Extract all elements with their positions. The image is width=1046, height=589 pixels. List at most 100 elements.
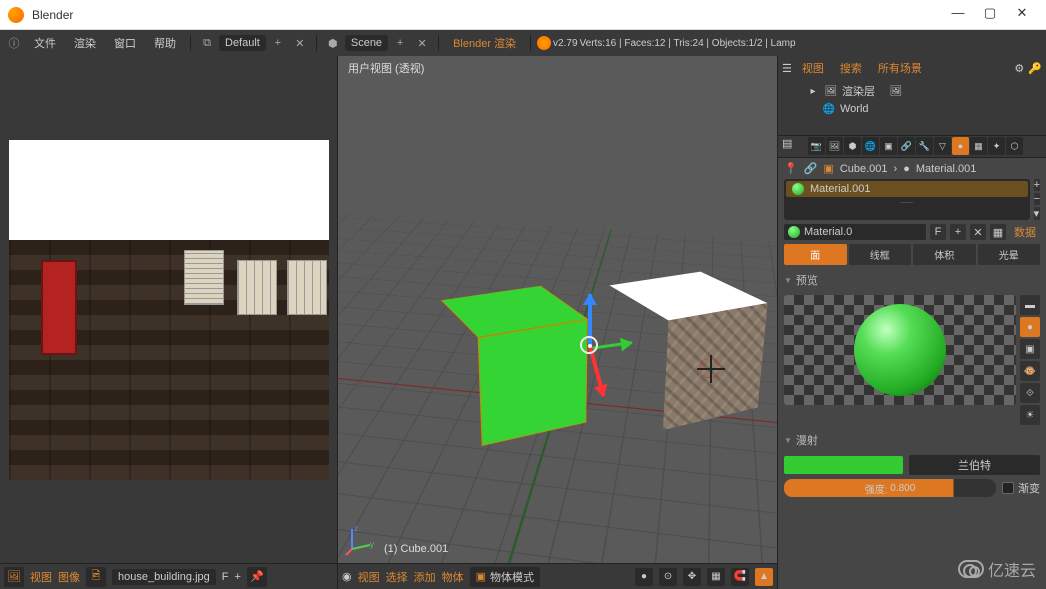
material-slot-list[interactable]: Material.001 ⸺ — [784, 179, 1030, 220]
preview-cube-icon[interactable]: ▣ — [1020, 339, 1040, 359]
tab-halo[interactable]: 光晕 — [978, 244, 1041, 265]
outliner-item-renderlayers[interactable]: ▸ 🖼 渲染层 🖼 — [786, 82, 1038, 100]
material-slot-add-button[interactable]: + — [1034, 179, 1040, 191]
tab-constraints-icon[interactable]: 🔗 — [898, 137, 915, 155]
panel-diffuse-header[interactable]: 漫射 — [784, 429, 1040, 451]
image-fake-user-button[interactable]: F — [222, 571, 229, 583]
panel-preview-header[interactable]: 预览 — [784, 269, 1040, 291]
material-slot-menu-button[interactable]: ▾ — [1034, 207, 1040, 220]
3d-menu-select[interactable]: 选择 — [386, 569, 408, 585]
menu-file[interactable]: 文件 — [26, 35, 64, 51]
3d-viewport[interactable]: 用户视图 (透视) (1) Cube.001 — [338, 56, 777, 563]
layers-icon[interactable]: ▦ — [707, 568, 725, 586]
preview-flat-icon[interactable]: ▬ — [1020, 295, 1040, 315]
pin-icon[interactable]: 📍 — [784, 162, 798, 175]
render-preview-icon[interactable]: ▲ — [755, 568, 773, 586]
material-new-button[interactable]: + — [950, 224, 966, 240]
tab-material-icon[interactable]: ● — [952, 137, 969, 155]
material-ball-icon — [788, 226, 800, 238]
cube-icon: ▣ — [823, 162, 833, 175]
diffuse-shader-select[interactable]: 兰伯特 — [909, 455, 1040, 475]
preview-sphere-icon[interactable]: ● — [1020, 317, 1040, 337]
tab-world-icon[interactable]: 🌐 — [862, 137, 879, 155]
info-editor-icon[interactable]: ⓘ — [4, 33, 24, 53]
material-nodes-icon[interactable]: ▦ — [990, 224, 1006, 240]
screen-layout-select[interactable]: Default — [219, 35, 266, 51]
pivot-icon[interactable]: ⊙ — [659, 568, 677, 586]
diffuse-intensity-slider[interactable]: 强度: 0.800 — [784, 479, 996, 497]
layout-remove-button[interactable]: ✕ — [290, 33, 310, 53]
preview-monkey-icon[interactable]: 🐵 — [1020, 361, 1040, 381]
3d-menu-object[interactable]: 物体 — [442, 569, 464, 585]
tab-renderlayers-icon[interactable]: 🖼 — [826, 137, 843, 155]
tab-modifiers-icon[interactable]: 🔧 — [916, 137, 933, 155]
3d-editor-type-icon[interactable]: ◉ — [342, 570, 352, 583]
tab-wire[interactable]: 线框 — [849, 244, 912, 265]
tab-surface[interactable]: 面 — [784, 244, 847, 265]
minimize-button[interactable]: ― — [942, 5, 974, 25]
scene-remove-button[interactable]: ✕ — [412, 33, 432, 53]
image-menu-view[interactable]: 视图 — [30, 569, 52, 585]
tab-scene-icon[interactable]: ⬢ — [844, 137, 861, 155]
disclosure-icon[interactable]: ▸ — [806, 84, 820, 98]
maximize-button[interactable]: ▢ — [974, 5, 1006, 25]
outliner-menu-search[interactable]: 搜索 — [834, 58, 868, 78]
scene-add-button[interactable]: + — [390, 33, 410, 53]
mode-select[interactable]: ▣ 物体模式 — [470, 567, 540, 587]
cube-selected[interactable] — [458, 301, 563, 421]
menu-window[interactable]: 窗口 — [106, 35, 144, 51]
layout-add-button[interactable]: + — [268, 33, 288, 53]
shading-solid-icon[interactable]: ● — [635, 568, 653, 586]
image-file-field[interactable]: house_building.jpg — [112, 569, 216, 585]
breadcrumb-object[interactable]: Cube.001 — [840, 163, 888, 175]
image-pin-icon[interactable]: 📌 — [247, 567, 267, 587]
material-unlink-button[interactable]: ✕ — [970, 224, 986, 240]
manipulator-icon[interactable]: ✥ — [683, 568, 701, 586]
render-engine-select[interactable]: Blender 渲染 — [445, 35, 524, 51]
scene-icon[interactable]: ⬢ — [323, 33, 343, 53]
outliner-filter-icon[interactable]: ⚙ — [1014, 62, 1024, 75]
tab-data-icon[interactable]: ▽ — [934, 137, 951, 155]
image-menu-image[interactable]: 图像 — [58, 569, 80, 585]
outliner-key-icon[interactable]: 🔑 — [1028, 62, 1042, 75]
list-grip-icon[interactable]: ⸺ — [786, 197, 1028, 208]
outliner-editor-icon[interactable]: ☰ — [782, 62, 792, 75]
tab-texture-icon[interactable]: ▦ — [970, 137, 987, 155]
image-browse-icon[interactable]: 🖻 — [86, 567, 106, 587]
tab-volume[interactable]: 体积 — [913, 244, 976, 265]
cube-stone[interactable] — [633, 286, 732, 406]
outliner-menu-view[interactable]: 视图 — [796, 58, 830, 78]
material-slot-remove-button[interactable]: − — [1034, 193, 1040, 205]
image-add-button[interactable]: + — [234, 571, 240, 583]
close-button[interactable]: ✕ — [1006, 5, 1038, 25]
preview-hair-icon[interactable]: ⟐ — [1020, 383, 1040, 403]
material-name-field[interactable]: Material.0 — [784, 224, 926, 240]
scene-select[interactable]: Scene — [345, 35, 388, 51]
image-editor-viewport[interactable] — [0, 56, 337, 563]
outliner-tree[interactable]: ▸ 🖼 渲染层 🖼 🌐 World — [778, 80, 1046, 135]
tab-object-icon[interactable]: ▣ — [880, 137, 897, 155]
outliner-filter-select[interactable]: 所有场景 — [872, 58, 928, 78]
3d-cursor[interactable] — [700, 358, 720, 378]
tab-physics-icon[interactable]: ⬡ — [1006, 137, 1023, 155]
material-link-select[interactable]: 数据 — [1010, 224, 1040, 240]
diffuse-ramp-checkbox[interactable]: 渐变 — [1002, 480, 1040, 496]
material-fake-user-button[interactable]: F — [930, 224, 946, 240]
preview-sky-icon[interactable]: ☀ — [1020, 405, 1040, 425]
properties-editor-icon[interactable]: ▤ — [782, 137, 800, 155]
outliner-item-label: World — [840, 103, 869, 115]
breadcrumb-material[interactable]: Material.001 — [916, 163, 977, 175]
menu-help[interactable]: 帮助 — [146, 35, 184, 51]
menu-render[interactable]: 渲染 — [66, 35, 104, 51]
back-to-previous-icon[interactable]: ⧉ — [197, 33, 217, 53]
tab-particles-icon[interactable]: ✦ — [988, 137, 1005, 155]
tab-render-icon[interactable]: 📷 — [808, 137, 825, 155]
chevron-right-icon: › — [894, 163, 898, 175]
material-slot-item[interactable]: Material.001 — [786, 181, 1028, 197]
3d-menu-add[interactable]: 添加 — [414, 569, 436, 585]
diffuse-color-swatch[interactable] — [784, 456, 903, 474]
snap-icon[interactable]: 🧲 — [731, 568, 749, 586]
3d-menu-view[interactable]: 视图 — [358, 569, 380, 585]
outliner-item-world[interactable]: 🌐 World — [786, 100, 1038, 118]
image-editor-type-icon[interactable]: 🖼 — [4, 567, 24, 587]
